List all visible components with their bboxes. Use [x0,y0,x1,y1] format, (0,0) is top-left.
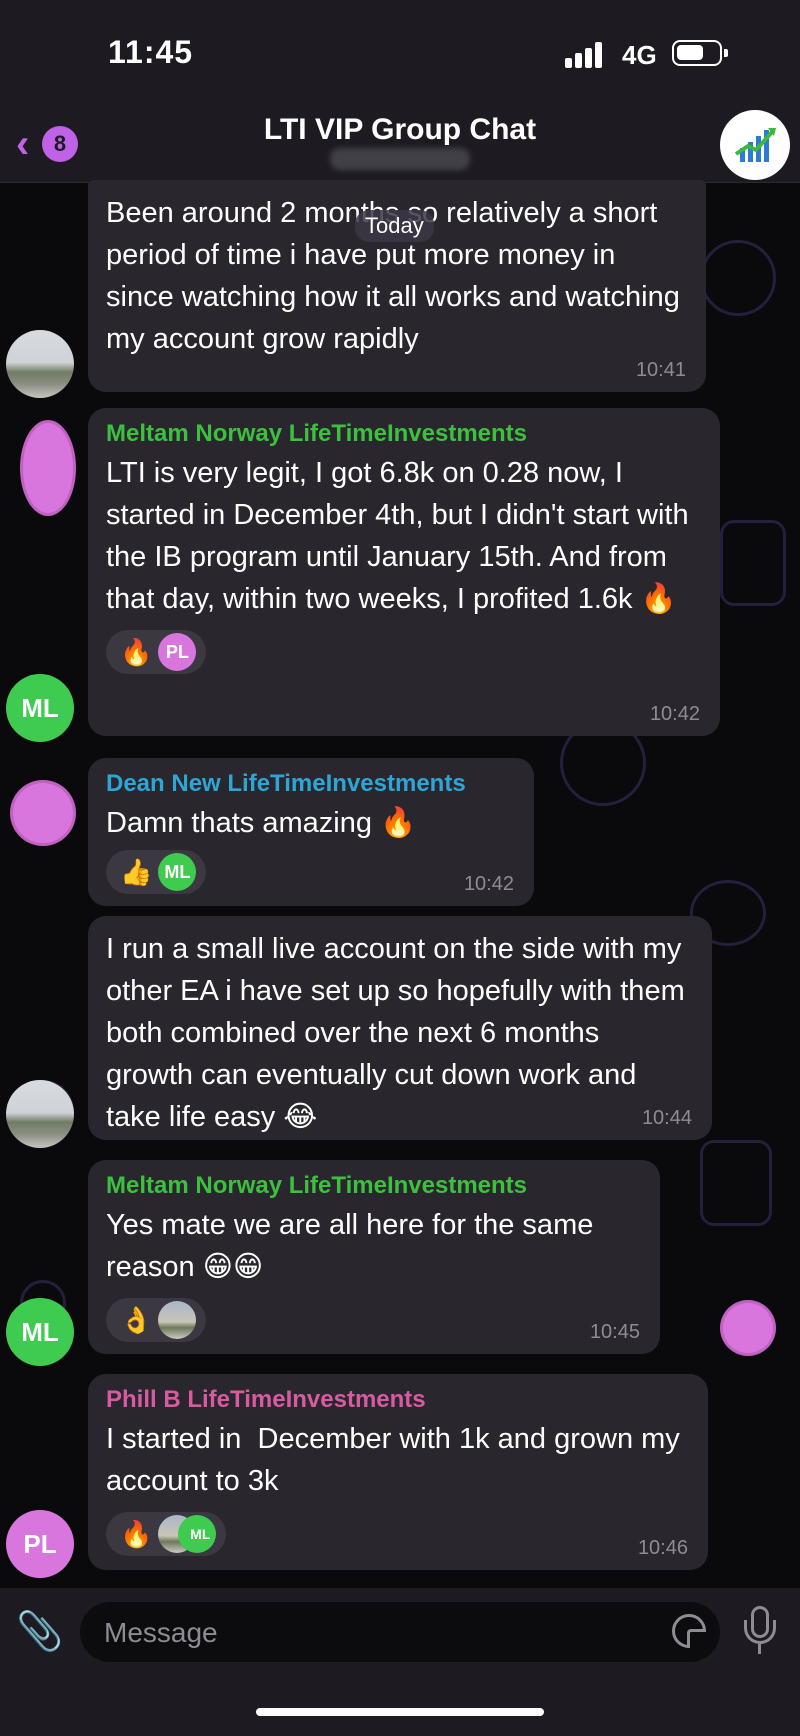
message-time: 10:42 [463,873,514,895]
network-type: 4G [622,40,657,70]
message-text: Damn thats amazing 🔥 [106,807,417,839]
message-text: Yes mate we are all here for the same re… [106,1209,602,1283]
sender-name: Dean New LifeTimeInvestments [106,770,466,797]
message-time: 10:44 [641,1107,692,1129]
sender-name: Meltam Norway LifeTimeInvestments [106,1172,528,1199]
member-count-blurred [330,148,470,170]
message-text: LTI is very legit, I got 6.8k on 0.28 no… [106,457,697,615]
user-avatar-ml[interactable]: ML [6,674,74,742]
fire-emoji: 🔥 [120,636,153,667]
sender-name: Phill B LifeTimeInvestments [106,1386,426,1413]
message-input[interactable] [102,1612,626,1654]
message-time: 10:46 [637,1537,688,1559]
message-text: I started in December with 1k and grown … [106,1423,688,1497]
message-time: 10:42 [649,703,700,725]
clock: 11:45 [108,34,194,70]
message-text: I run a small live account on the side w… [106,933,693,1133]
message-bubble[interactable]: I run a small live account on the side w… [88,916,712,1140]
message-time: 10:45 [589,1321,640,1343]
chat-header: ‹ 8 LTI VIP Group Chat [0,110,800,183]
reaction-chip[interactable]: 🔥 ML [106,1512,227,1556]
group-avatar[interactable] [720,110,790,180]
thumbs-up-emoji: 👍 [120,856,153,887]
reactor-avatar-photo [158,1301,197,1339]
reaction-chip[interactable]: 👌 [106,1298,207,1342]
message-bubble[interactable]: Meltam Norway LifeTimeInvestments Yes ma… [88,1160,660,1354]
reaction-chip[interactable]: 👍 ML [106,850,207,894]
chart-logo-icon [734,128,776,162]
sticker-icon[interactable] [672,1614,706,1648]
message-bubble[interactable]: Dean New LifeTimeInvestments Damn thats … [88,758,534,906]
reactor-avatar: ML [178,1515,217,1553]
paperclip-icon[interactable]: 📎 [16,1610,63,1654]
composer-bar: 📎 [0,1588,800,1736]
message-field[interactable] [80,1602,720,1662]
ok-hand-emoji: 👌 [120,1304,153,1335]
reactor-avatar: PL [158,633,197,671]
message-time: 10:41 [635,359,686,381]
reaction-chip[interactable]: 🔥 PL [106,630,207,674]
fire-emoji: 🔥 [120,1518,153,1549]
sender-name: Meltam Norway LifeTimeInvestments [106,420,528,447]
cellular-signal-icon [565,42,605,68]
reactor-avatar: ML [158,853,197,891]
user-avatar-pl[interactable]: PL [6,1510,74,1578]
chat-title[interactable]: LTI VIP Group Chat [0,110,800,150]
user-avatar-ml[interactable]: ML [6,1298,74,1366]
message-bubble[interactable]: Meltam Norway LifeTimeInvestments LTI is… [88,408,720,736]
home-indicator [256,1708,544,1716]
battery-icon [672,40,728,66]
status-bar: 11:45 4G [0,0,800,110]
user-avatar-photo[interactable] [6,330,74,398]
microphone-icon[interactable] [738,1606,782,1658]
message-bubble[interactable]: Phill B LifeTimeInvestments I started in… [88,1374,708,1570]
user-avatar-photo[interactable] [6,1080,74,1148]
date-separator: Today [355,210,434,242]
